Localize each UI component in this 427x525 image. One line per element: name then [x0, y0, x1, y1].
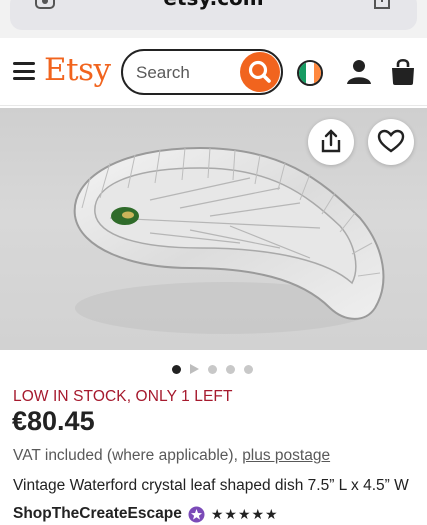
account-icon[interactable] [347, 59, 371, 85]
stock-notice: LOW IN STOCK, ONLY 1 LEFT [13, 388, 233, 405]
browser-url-bar: etsy.com [0, 0, 427, 38]
favorite-button[interactable] [368, 119, 414, 165]
crystal-dish-image [73, 146, 385, 334]
search-input[interactable]: Search [121, 49, 283, 95]
country-flag-icon[interactable] [297, 60, 323, 86]
shop-name-link[interactable]: ShopTheCreateEscape [13, 505, 182, 523]
cart-icon[interactable] [390, 58, 416, 86]
carousel-dot-4[interactable] [226, 364, 235, 374]
product-title: Vintage Waterford crystal leaf shaped di… [13, 477, 409, 494]
share-button[interactable] [308, 119, 354, 165]
carousel-dot-3[interactable] [208, 364, 217, 374]
product-image[interactable] [0, 108, 427, 350]
share-icon[interactable] [371, 0, 393, 10]
product-price: €80.45 [12, 406, 95, 436]
menu-icon[interactable] [13, 62, 35, 80]
search-button[interactable] [240, 52, 280, 92]
address-field[interactable]: etsy.com [10, 0, 417, 30]
postage-link[interactable]: plus postage [242, 447, 330, 464]
shop-info: ShopTheCreateEscape ★★★★★ [13, 505, 279, 523]
heart-icon [377, 129, 405, 153]
rating-stars[interactable]: ★★★★★ [211, 506, 279, 523]
video-play-icon[interactable] [190, 364, 199, 374]
vat-text: VAT included (where applicable), [13, 447, 238, 464]
image-carousel-dots[interactable] [172, 363, 253, 375]
search-icon [248, 60, 271, 83]
search-placeholder: Search [136, 63, 190, 82]
site-header: Etsy Search [0, 38, 427, 106]
carousel-dot-1[interactable] [172, 364, 181, 374]
url-text[interactable]: etsy.com [10, 0, 417, 10]
vat-info: VAT included (where applicable), plus po… [13, 447, 330, 465]
carousel-dot-5[interactable] [244, 364, 253, 374]
etsy-logo[interactable]: Etsy [44, 52, 111, 88]
star-seller-badge-icon [188, 506, 205, 522]
share-icon [321, 129, 341, 153]
